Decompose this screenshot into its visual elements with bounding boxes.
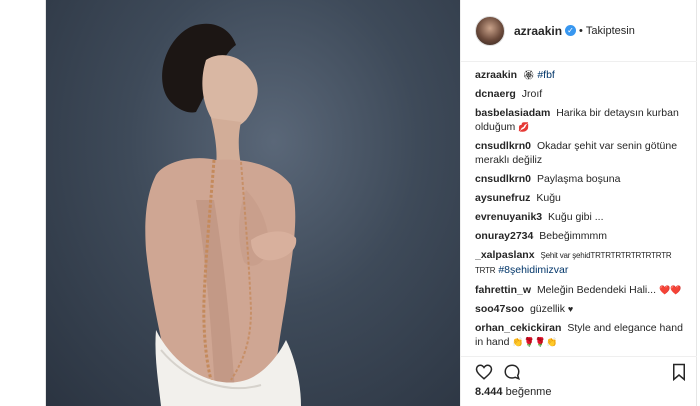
comment-username[interactable]: dcnaerg xyxy=(475,88,516,100)
comment-text: Kuğu xyxy=(536,192,561,204)
comment-item: evrenuyanik3 Kuğu gibi ... xyxy=(475,210,687,224)
comment-username[interactable]: basbelasiadam xyxy=(475,107,550,119)
header-username[interactable]: azraakin xyxy=(514,24,562,38)
comment-text: Kuğu gibi ... xyxy=(548,211,604,223)
comment-username[interactable]: azraakin xyxy=(475,69,517,81)
comment-emoji: 💋 xyxy=(518,122,530,132)
comment-emoji: ♥ xyxy=(567,304,574,314)
comment-text: Jroıf xyxy=(521,88,543,100)
comment-emoji: 👏🌹🌹👏 xyxy=(512,337,558,347)
comment-text: 🏵 xyxy=(522,70,535,80)
comment-list: azraakin 🏵 #fbf dcnaerg Jroıf basbelasia… xyxy=(475,68,687,360)
comment-item: orhan_cekickiran Style and elegance hand… xyxy=(475,321,687,349)
likes-count[interactable]: 8.444 beğenme xyxy=(475,386,551,398)
comment-hashtag[interactable]: #fbf xyxy=(537,69,555,81)
comment-emoji: ❤️❤️ xyxy=(658,285,682,295)
comment-text: Paylaşma boşuna xyxy=(536,173,621,185)
comment-text: Meleğin Bedendeki Hali... xyxy=(536,284,657,296)
verified-badge-icon: ✓ xyxy=(565,25,577,36)
post-actions-bar xyxy=(461,356,697,384)
following-status[interactable]: Takiptesin xyxy=(586,25,635,37)
comment-item: cnsudlkrn0 Okadar şehit var senin götüne… xyxy=(475,139,687,167)
comment-item: onuray2734 Bebeğimmmm xyxy=(475,229,687,243)
comment-username[interactable]: soo47soo xyxy=(475,303,524,315)
comment-item: aysunefruz Kuğu xyxy=(475,191,687,205)
profile-avatar[interactable] xyxy=(475,15,505,46)
comment-item: cnsudlkrn0 Paylaşma boşuna xyxy=(475,172,687,186)
heart-outline-icon[interactable] xyxy=(475,363,493,381)
comment-item: _xalpaslanx Şehit var şehidTRTRTRTRTRTRT… xyxy=(475,248,687,278)
comment-text: Bebeğimmmm xyxy=(539,230,607,242)
comment-username[interactable]: _xalpaslanx xyxy=(475,249,535,261)
comment-text: güzellik xyxy=(529,303,565,315)
comment-username[interactable]: evrenuyanik3 xyxy=(475,211,542,223)
comment-item: fahrettin_w Meleğin Bedendeki Hali... ❤️… xyxy=(475,283,687,297)
comment-username[interactable]: cnsudlkrn0 xyxy=(475,140,531,152)
comment-username[interactable]: aysunefruz xyxy=(475,192,530,204)
post-header: azraakin ✓ • Takiptesin xyxy=(461,0,697,62)
comment-item: basbelasiadam Harika bir detaysın kurban… xyxy=(475,106,687,134)
post-photo[interactable] xyxy=(46,0,460,406)
comment-item: azraakin 🏵 #fbf xyxy=(475,68,687,82)
bookmark-icon[interactable] xyxy=(671,363,687,381)
comment-item: soo47soo güzellik ♥ xyxy=(475,302,687,316)
woman-back-photo-illustration xyxy=(145,23,301,406)
header-separator: • xyxy=(579,24,583,37)
likes-number: 8.444 xyxy=(475,386,503,398)
comment-item: dcnaerg Jroıf xyxy=(475,87,687,101)
likes-label: beğenme xyxy=(505,386,552,398)
comment-bubble-icon[interactable] xyxy=(503,363,521,381)
comment-hashtag[interactable]: #8şehidimizvar xyxy=(498,264,568,276)
comment-username[interactable]: onuray2734 xyxy=(475,230,533,242)
comment-username[interactable]: cnsudlkrn0 xyxy=(475,173,531,185)
comment-username[interactable]: orhan_cekickiran xyxy=(475,322,561,334)
post-side-panel: azraakin ✓ • Takiptesin azraakin 🏵 #fbf … xyxy=(460,0,697,406)
comment-username[interactable]: fahrettin_w xyxy=(475,284,531,296)
